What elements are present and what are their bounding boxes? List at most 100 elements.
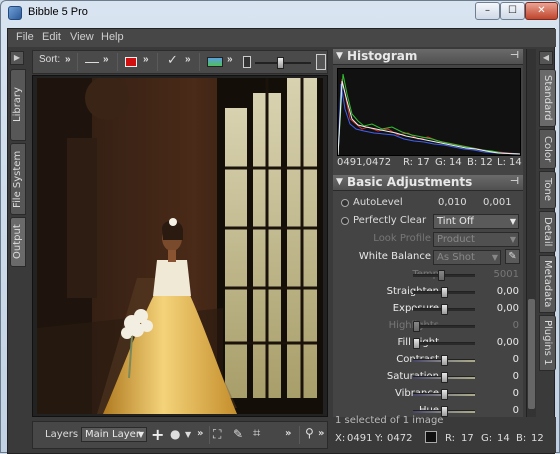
- highlights-slider-thumb[interactable]: [413, 321, 420, 332]
- toolbar-divider: [117, 53, 118, 71]
- tab-detail[interactable]: Detail: [539, 211, 556, 253]
- crop-icon[interactable]: ⌗: [253, 426, 260, 441]
- highlights-row: Highlights0: [333, 318, 523, 335]
- white-balance-row: White Balance As Shot ▼ ✎: [333, 249, 523, 266]
- pin-icon[interactable]: ⊣: [510, 176, 519, 187]
- autolevel-checkbox[interactable]: [341, 199, 349, 207]
- zoom-slider-thumb[interactable]: [277, 57, 284, 69]
- status-b-label: B:: [516, 433, 527, 444]
- histogram-coords: 0491,0472: [337, 157, 392, 168]
- eyedropper-icon[interactable]: ✎: [233, 427, 243, 441]
- zoom-icon[interactable]: ⚲: [305, 426, 314, 440]
- toolbar-divider: [157, 53, 158, 71]
- layer-select[interactable]: Main Layer ▼: [81, 427, 147, 442]
- line-tool-icon[interactable]: [85, 62, 99, 63]
- tab-standard[interactable]: Standard: [539, 69, 556, 127]
- autolevel-value-1[interactable]: 0,010: [438, 197, 467, 208]
- straighten-slider-thumb[interactable]: [441, 287, 448, 298]
- tab-plugins[interactable]: Plugins 1: [539, 315, 556, 371]
- saturation-slider-thumb[interactable]: [441, 372, 448, 383]
- tab-color[interactable]: Color: [539, 129, 556, 169]
- maximize-button[interactable]: ☐: [500, 2, 525, 20]
- white-balance-select[interactable]: As Shot ▼: [433, 250, 501, 265]
- status-g-label: G:: [481, 433, 493, 444]
- size-more-icon[interactable]: »: [227, 54, 233, 65]
- tab-metadata[interactable]: Metadata: [539, 255, 556, 313]
- histogram-b-label: B:: [467, 157, 478, 168]
- add-layer-icon[interactable]: +: [151, 425, 164, 444]
- saturation-row: Saturation0: [333, 369, 523, 386]
- fill-light-slider-thumb[interactable]: [413, 338, 420, 349]
- tab-output[interactable]: Output: [10, 217, 26, 267]
- vibrance-slider-thumb[interactable]: [441, 389, 448, 400]
- temp-slider-thumb[interactable]: [438, 270, 445, 281]
- autolevel-value-2[interactable]: 0,001: [483, 197, 512, 208]
- small-thumb-icon[interactable]: [243, 56, 251, 68]
- eyedropper-icon[interactable]: ✎: [505, 249, 520, 264]
- contrast-value[interactable]: 0: [479, 354, 519, 365]
- toolbar-divider: [299, 426, 300, 444]
- hue-slider[interactable]: [413, 406, 475, 417]
- straighten-slider[interactable]: [413, 287, 475, 298]
- straighten-value[interactable]: 0,00: [479, 286, 519, 297]
- menu-view[interactable]: View: [70, 31, 94, 43]
- fill-light-row: Fill Light0,00: [333, 335, 523, 352]
- look-profile-select[interactable]: Product ▼: [433, 232, 519, 247]
- pin-icon[interactable]: ⊣: [510, 50, 519, 61]
- fill-light-slider[interactable]: [413, 338, 475, 349]
- minimize-button[interactable]: –: [475, 2, 500, 20]
- landscape-icon[interactable]: [207, 57, 223, 67]
- menu-file[interactable]: File: [16, 31, 34, 43]
- line-more-icon[interactable]: »: [103, 54, 109, 65]
- color-tag-icon[interactable]: [125, 57, 137, 67]
- large-thumb-icon[interactable]: [316, 54, 326, 70]
- menu-edit[interactable]: Edit: [42, 31, 61, 43]
- collapse-triangle-icon[interactable]: ▼: [336, 51, 343, 61]
- sort-more-icon[interactable]: »: [65, 54, 71, 65]
- tools-more-icon[interactable]: »: [285, 428, 291, 439]
- panel-scrollbar[interactable]: [526, 49, 536, 433]
- menu-help[interactable]: Help: [101, 31, 124, 43]
- chevron-down-icon: ▼: [509, 235, 516, 244]
- zoom-slider[interactable]: [255, 57, 311, 69]
- exposure-value[interactable]: 0,00: [479, 303, 519, 314]
- bride-photo[interactable]: [37, 78, 323, 414]
- autolevel-label: AutoLevel: [353, 197, 403, 208]
- histogram-header[interactable]: ▼ Histogram ⊣: [333, 49, 523, 65]
- saturation-value[interactable]: 0: [479, 371, 519, 382]
- temp-value[interactable]: 5001: [479, 269, 519, 280]
- brush-icon[interactable]: ●: [170, 427, 180, 441]
- exposure-slider[interactable]: [413, 304, 475, 315]
- perfectly-clear-checkbox[interactable]: [341, 217, 349, 225]
- saturation-slider[interactable]: [413, 372, 475, 383]
- vibrance-value[interactable]: 0: [479, 388, 519, 399]
- contrast-slider[interactable]: [413, 355, 475, 366]
- hue-value[interactable]: 0: [479, 405, 519, 416]
- collapse-right-icon[interactable]: ◀: [539, 51, 553, 65]
- scrollbar-thumb[interactable]: [528, 299, 535, 409]
- brush-menu-icon[interactable]: ▼: [185, 430, 191, 439]
- check-more-icon[interactable]: »: [185, 54, 191, 65]
- vibrance-row: Vibrance0: [333, 386, 523, 403]
- fill-light-value[interactable]: 0,00: [479, 337, 519, 348]
- collapse-left-icon[interactable]: ▶: [10, 51, 24, 65]
- image-viewer[interactable]: [32, 75, 328, 417]
- tab-file-system[interactable]: File System: [10, 143, 26, 215]
- close-button[interactable]: ✕: [525, 2, 558, 20]
- highlights-value[interactable]: 0: [479, 320, 519, 331]
- tab-library[interactable]: Library: [10, 69, 26, 141]
- color-more-icon[interactable]: »: [143, 54, 149, 65]
- perfectly-clear-select[interactable]: Tint Off ▼: [433, 214, 519, 229]
- exposure-slider-thumb[interactable]: [441, 304, 448, 315]
- layers-more-icon[interactable]: »: [197, 428, 203, 439]
- tab-tone[interactable]: Tone: [539, 171, 556, 209]
- temp-slider[interactable]: [413, 270, 475, 281]
- vibrance-slider[interactable]: [413, 389, 475, 400]
- zoom-more-icon[interactable]: »: [318, 428, 324, 439]
- collapse-triangle-icon[interactable]: ▼: [336, 177, 343, 187]
- contrast-slider-thumb[interactable]: [441, 355, 448, 366]
- checkmark-icon[interactable]: ✓: [167, 52, 178, 68]
- highlights-slider[interactable]: [413, 321, 475, 332]
- basic-adjustments-header[interactable]: ▼ Basic Adjustments ⊣: [333, 175, 523, 191]
- fit-view-icon[interactable]: ⛶: [213, 427, 221, 442]
